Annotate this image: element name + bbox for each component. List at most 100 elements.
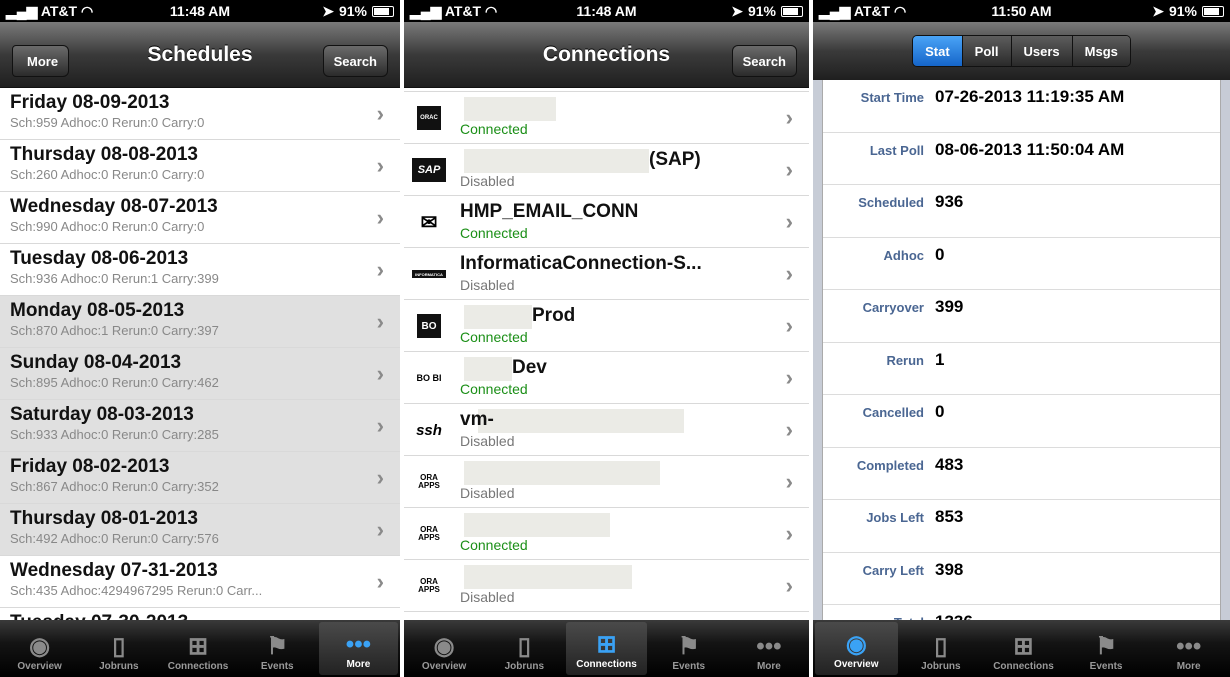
connection-row[interactable]: BO BI Dev Connected › bbox=[404, 352, 809, 404]
stat-value: 936 bbox=[935, 192, 964, 211]
connection-type-icon: ORA APPS bbox=[418, 577, 440, 594]
schedule-row[interactable]: Tuesday 08-06-2013 Sch:936 Adhoc:0 Rerun:… bbox=[0, 244, 400, 296]
tab-label: Jobruns bbox=[99, 661, 139, 672]
chevron-right-icon: › bbox=[376, 100, 384, 126]
tab-jobruns[interactable]: ▯ Jobruns bbox=[79, 620, 158, 677]
tab-more[interactable]: ••• More bbox=[729, 620, 809, 677]
schedule-date: Thursday 08-01-2013 bbox=[10, 508, 198, 529]
tab-connections[interactable]: ⊞ Connections bbox=[982, 620, 1065, 677]
search-button[interactable]: Search bbox=[731, 45, 797, 77]
schedule-stats: Sch:959 Adhoc:0 Rerun:0 Carry:0 bbox=[10, 115, 205, 130]
connection-row[interactable]: SAP (SAP) Disabled › bbox=[404, 144, 809, 196]
schedule-row[interactable]: Wednesday 07-31-2013 Sch:435 Adhoc:429496… bbox=[0, 556, 400, 608]
segment-msgs[interactable]: Msgs bbox=[1072, 36, 1130, 66]
schedule-date: Monday 08-05-2013 bbox=[10, 300, 185, 321]
schedule-row[interactable]: Saturday 08-03-2013 Sch:933 Adhoc:0 Rerun… bbox=[0, 400, 400, 452]
stat-label: Completed bbox=[856, 457, 924, 473]
connection-list: ORAC Connected › SAP (SAP) Disabled › ✉ HMP_EMAI… bbox=[404, 88, 809, 620]
tab-jobruns[interactable]: ▯ Jobruns bbox=[900, 620, 983, 677]
connection-status: Disabled bbox=[460, 589, 515, 605]
schedule-row[interactable]: Monday 08-05-2013 Sch:870 Adhoc:1 Rerun:0… bbox=[0, 296, 400, 348]
connection-row[interactable]: INFORMATICA InformaticaConnection-S... Dis… bbox=[404, 248, 809, 300]
connection-status: Disabled bbox=[460, 277, 515, 293]
nav-bar: Connections Search bbox=[404, 22, 809, 88]
connection-type-icon: ssh bbox=[416, 421, 442, 439]
tab-label: Jobruns bbox=[504, 661, 545, 672]
connection-row[interactable]: ORA APPS Disabled › bbox=[404, 560, 809, 612]
more-icon: ••• bbox=[1176, 633, 1202, 660]
schedule-row[interactable]: Wednesday 08-07-2013 Sch:990 Adhoc:0 Reru… bbox=[0, 192, 400, 244]
tab-connections[interactable]: ⊞ Connections bbox=[158, 620, 237, 677]
battery-label: 91% bbox=[338, 3, 367, 19]
carrier-label: ▂▄▆ AT&T ◠ bbox=[819, 2, 907, 19]
connection-type-icon: BO bbox=[417, 314, 441, 338]
connection-row[interactable]: ORAC Connected › bbox=[404, 92, 809, 144]
chevron-right-icon: › bbox=[376, 360, 384, 386]
connection-row[interactable]: ssh vm- Disabled › bbox=[404, 404, 809, 456]
schedule-date: Sunday 08-04-2013 bbox=[10, 352, 182, 373]
tab-overview[interactable]: ◉ Overview bbox=[0, 620, 79, 677]
schedule-row[interactable]: Friday 08-09-2013 Sch:959 Adhoc:0 Rerun:0… bbox=[0, 88, 400, 140]
tab-overview[interactable]: ◉ Overview bbox=[815, 622, 898, 675]
schedule-row[interactable]: Friday 08-02-2013 Sch:867 Adhoc:0 Rerun:0… bbox=[0, 452, 400, 504]
redacted-block bbox=[464, 149, 649, 173]
schedule-row[interactable]: Thursday 08-08-2013 Sch:260 Adhoc:0 Rerun… bbox=[0, 140, 400, 192]
stat-label: Rerun bbox=[886, 352, 924, 368]
schedule-row[interactable]: Tuesday 07-30-2013› bbox=[0, 608, 400, 620]
tab-more[interactable]: ••• More bbox=[318, 622, 399, 675]
chevron-right-icon: › bbox=[376, 516, 384, 542]
tab-label: Overview bbox=[834, 659, 879, 670]
phone-icon: ▯ bbox=[517, 633, 531, 660]
stat-value: 07-26-2013 11:19:35 AM bbox=[935, 87, 1125, 106]
schedule-date: Saturday 08-03-2013 bbox=[10, 404, 194, 425]
flag-icon: ⚑ bbox=[677, 633, 700, 660]
segment-stat[interactable]: Stat bbox=[913, 36, 963, 66]
segment-users[interactable]: Users bbox=[1011, 36, 1073, 66]
tab-events[interactable]: ⚑ Events bbox=[1065, 620, 1148, 677]
chevron-right-icon: › bbox=[785, 364, 793, 390]
tab-events[interactable]: ⚑ Events bbox=[238, 620, 317, 677]
tab-more[interactable]: ••• More bbox=[1147, 620, 1230, 677]
eye-icon: ◉ bbox=[29, 633, 51, 660]
schedule-date: Friday 08-09-2013 bbox=[10, 92, 170, 113]
chevron-right-icon: › bbox=[376, 256, 384, 282]
stat-value: 0 bbox=[935, 244, 945, 264]
stat-value: 1 bbox=[935, 349, 945, 369]
connection-type-icon: INFORMATICA bbox=[412, 270, 446, 278]
stat-value: 399 bbox=[935, 297, 964, 316]
tab-events[interactable]: ⚑ Events bbox=[649, 620, 729, 677]
connection-row[interactable]: ✉ HMP_EMAIL_CONN Connected › bbox=[404, 196, 809, 248]
stat-value: 08-06-2013 11:50:04 AM bbox=[935, 139, 1125, 159]
network-icon: ⊞ bbox=[187, 633, 209, 660]
schedule-row[interactable]: Sunday 08-04-2013 Sch:895 Adhoc:0 Rerun:0… bbox=[0, 348, 400, 400]
phone-icon: ▯ bbox=[112, 633, 126, 660]
tab-connections[interactable]: ⊞ Connections bbox=[566, 622, 647, 675]
redacted-block bbox=[478, 409, 684, 433]
connection-row[interactable]: ORA APPS Connected › bbox=[404, 508, 809, 560]
back-button[interactable]: More bbox=[12, 45, 70, 77]
tab-bar: ◉ Overview ▯ Jobruns ⊞ Connections ⚑ Events ••• M… bbox=[404, 620, 809, 677]
tab-overview[interactable]: ◉ Overview bbox=[404, 620, 484, 677]
status-bar: ▂▄▆ AT&T ◠ 11:48 AM ➤ 91% bbox=[404, 0, 809, 22]
connection-type-icon: SAP bbox=[412, 158, 446, 182]
stat-value: 853 bbox=[935, 507, 964, 526]
flag-icon: ⚑ bbox=[1095, 633, 1117, 660]
tab-label: Connections bbox=[993, 661, 1054, 672]
connection-status: Connected bbox=[460, 121, 528, 137]
connection-row[interactable]: ORA APPS Disabled › bbox=[404, 456, 809, 508]
schedule-row[interactable]: Thursday 08-01-2013 Sch:492 Adhoc:0 Rerun… bbox=[0, 504, 400, 556]
connection-status: Disabled bbox=[460, 173, 515, 189]
chevron-right-icon: › bbox=[785, 572, 793, 598]
flag-icon: ⚑ bbox=[266, 633, 288, 660]
connection-row[interactable]: BO Prod Connected › bbox=[404, 300, 809, 352]
tab-jobruns[interactable]: ▯ Jobruns bbox=[484, 620, 564, 677]
segment-poll[interactable]: Poll bbox=[962, 36, 1012, 66]
schedule-date: Tuesday 08-06-2013 bbox=[10, 248, 189, 269]
schedule-stats: Sch:933 Adhoc:0 Rerun:0 Carry:285 bbox=[10, 427, 219, 442]
search-button[interactable]: Search bbox=[322, 45, 388, 77]
chevron-right-icon: › bbox=[785, 208, 793, 234]
battery-icon bbox=[781, 5, 803, 17]
schedule-date: Friday 08-02-2013 bbox=[10, 456, 170, 477]
connection-status: Connected bbox=[460, 537, 528, 553]
schedule-date: Wednesday 07-31-2013 bbox=[10, 560, 218, 581]
